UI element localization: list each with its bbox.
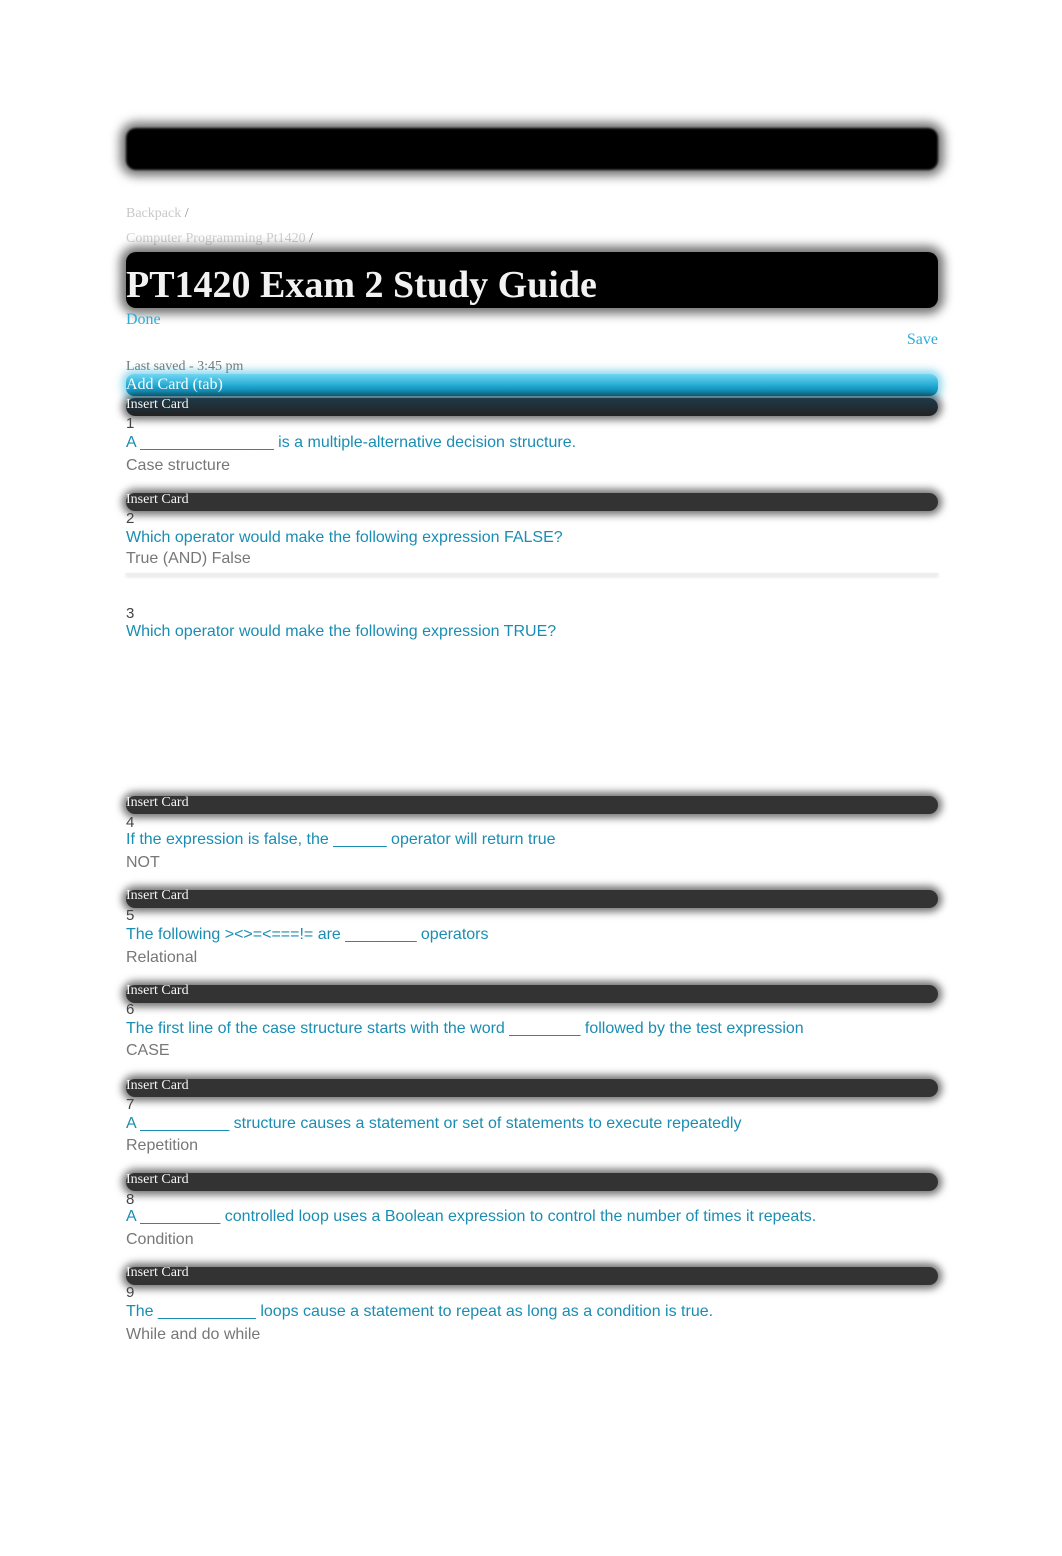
card-question[interactable]: Which operator would make the following … [126, 529, 563, 547]
card-answer[interactable]: True (AND) False [126, 550, 251, 568]
card-number: 1 [126, 415, 135, 432]
site-header-bar [126, 128, 938, 170]
insert-card-label[interactable]: Insert Card [126, 1078, 189, 1094]
card-answer[interactable]: Repetition [126, 1137, 198, 1155]
breadcrumb-separator: / [309, 231, 314, 246]
card-number: 6 [126, 1001, 135, 1018]
breadcrumb-item-backpack[interactable]: Backpack / [126, 206, 189, 222]
card-number: 4 [126, 814, 135, 831]
card-question[interactable]: The first line of the case structure sta… [126, 1020, 804, 1038]
card-number: 7 [126, 1096, 135, 1113]
add-card-label[interactable]: Add Card (tab) [126, 376, 223, 394]
insert-card-button[interactable] [126, 493, 938, 511]
insert-card-label[interactable]: Insert Card [126, 983, 189, 999]
insert-card-button[interactable] [126, 1173, 938, 1191]
done-button[interactable]: Done [126, 311, 161, 329]
save-button[interactable]: Save [907, 331, 938, 349]
card-answer[interactable]: NOT [126, 854, 160, 872]
card-number: 5 [126, 907, 135, 924]
card-number: 2 [126, 510, 135, 527]
card-answer[interactable]: Relational [126, 949, 197, 967]
insert-card-label[interactable]: Insert Card [126, 492, 189, 508]
add-card-button[interactable] [126, 374, 938, 396]
card-divider [126, 573, 938, 576]
card-answer[interactable]: Condition [126, 1231, 194, 1249]
breadcrumb-separator: / [184, 206, 189, 221]
card-answer[interactable]: Case structure [126, 457, 230, 475]
breadcrumb-link[interactable]: Computer Programming Pt1420 [126, 231, 306, 246]
insert-card-button[interactable] [126, 398, 938, 416]
insert-card-button[interactable] [126, 796, 938, 814]
card-answer[interactable]: CASE [126, 1042, 170, 1060]
insert-card-button[interactable] [126, 890, 938, 908]
insert-card-label[interactable]: Insert Card [126, 1265, 189, 1281]
breadcrumb-link[interactable]: Backpack [126, 206, 181, 221]
breadcrumb-item-course[interactable]: Computer Programming Pt1420 / [126, 231, 313, 247]
insert-card-label[interactable]: Insert Card [126, 795, 189, 811]
card-question[interactable]: The following ><>=<===!= are ________ op… [126, 926, 489, 944]
card-question[interactable]: If the expression is false, the ______ o… [126, 831, 556, 849]
card-question[interactable]: A _________ controlled loop uses a Boole… [126, 1208, 816, 1226]
insert-card-button[interactable] [126, 985, 938, 1003]
insert-card-label[interactable]: Insert Card [126, 397, 189, 413]
insert-card-label[interactable]: Insert Card [126, 1172, 189, 1188]
card-question[interactable]: The ___________ loops cause a statement … [126, 1303, 713, 1321]
insert-card-button[interactable] [126, 1267, 938, 1285]
card-answer[interactable]: While and do while [126, 1326, 260, 1344]
card-number: 9 [126, 1284, 135, 1301]
insert-card-label[interactable]: Insert Card [126, 888, 189, 904]
card-number: 3 [126, 605, 135, 622]
page-title: PT1420 Exam 2 Study Guide [126, 264, 597, 306]
card-question[interactable]: A __________ structure causes a statemen… [126, 1115, 741, 1133]
card-question[interactable]: A _______________ is a multiple-alternat… [126, 434, 576, 452]
last-saved-status: Last saved - 3:45 pm [126, 359, 244, 374]
insert-card-button[interactable] [126, 1079, 938, 1097]
card-number: 8 [126, 1191, 135, 1208]
card-question[interactable]: Which operator would make the following … [126, 623, 556, 641]
